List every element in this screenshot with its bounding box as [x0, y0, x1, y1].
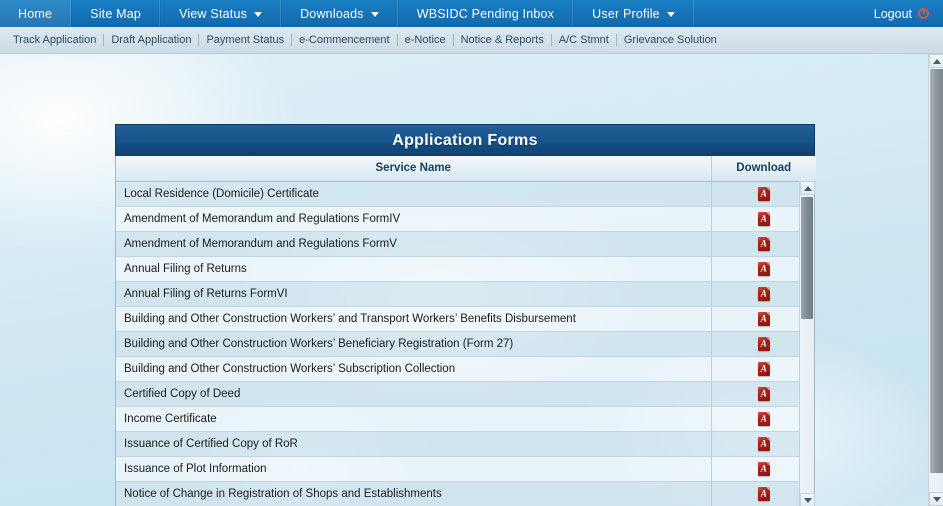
table-row: Issuance of Certified Copy of RoR [116, 431, 814, 457]
top-nav-spacer [694, 0, 864, 27]
chevron-down-icon [932, 496, 941, 502]
top-navigation-bar: Home Site Map View Status Downloads WBSIDC P… [0, 0, 943, 27]
sub-nav-item-grievance-solution[interactable]: Grievance Solution [617, 34, 724, 46]
top-nav-item-wbsidc-pending-inbox[interactable]: WBSIDC Pending Inbox [397, 0, 574, 27]
table-body: Local Residence (Domicile) CertificateAm… [116, 181, 814, 506]
pdf-download-icon[interactable] [757, 487, 770, 501]
sub-nav-item-track-application[interactable]: Track Application [6, 34, 105, 46]
logout-label: Logout [873, 6, 912, 21]
top-nav-item-label: User Profile [592, 6, 660, 21]
table-scroll-area[interactable]: Local Residence (Domicile) CertificateAm… [116, 181, 814, 506]
pdf-download-icon[interactable] [757, 412, 770, 426]
sub-navigation-bar: Track Application Draft Application Paymen… [0, 27, 943, 54]
table-header-row: Service Name Download [116, 156, 816, 182]
scrollbar-thumb[interactable] [801, 197, 813, 319]
chevron-down-icon [666, 12, 675, 17]
scroll-up-button[interactable] [800, 181, 815, 195]
application-forms-panel: Application Forms Service Name Download [115, 124, 816, 506]
top-nav-item-site-map[interactable]: Site Map [71, 0, 161, 27]
top-nav-item-user-profile[interactable]: User Profile [573, 0, 694, 27]
scroll-down-button[interactable] [800, 493, 815, 506]
cell-service-name: Issuance of Plot Information [116, 456, 712, 482]
pdf-download-icon[interactable] [757, 437, 770, 451]
application-forms-table-body: Local Residence (Domicile) CertificateAm… [116, 181, 814, 506]
pdf-download-icon[interactable] [757, 462, 770, 476]
top-nav-item-view-status[interactable]: View Status [160, 0, 282, 27]
pdf-download-icon[interactable] [757, 237, 770, 251]
pdf-download-icon[interactable] [757, 262, 770, 276]
column-header-download: Download [711, 156, 816, 182]
pdf-download-icon[interactable] [757, 362, 770, 376]
pdf-download-icon[interactable] [757, 387, 770, 401]
main-content-area: Application Forms Service Name Download [0, 54, 928, 506]
sub-nav-item-e-commencement[interactable]: e-Commencement [292, 34, 398, 46]
cell-service-name: Local Residence (Domicile) Certificate [116, 181, 712, 207]
sub-nav-item-draft-application[interactable]: Draft Application [104, 34, 200, 46]
table-row: Building and Other Construction Workers’… [116, 306, 814, 332]
table-row: Annual Filing of Returns [116, 256, 814, 282]
column-header-service-name: Service Name [116, 156, 712, 182]
sub-nav-item-e-notice[interactable]: e-Notice [398, 34, 454, 46]
power-icon [918, 8, 929, 19]
table-row: Amendment of Memorandum and Regulations … [116, 206, 814, 232]
table-row: Income Certificate [116, 406, 814, 432]
cell-service-name: Annual Filing of Returns [116, 256, 712, 282]
table-row: Issuance of Plot Information [116, 456, 814, 482]
sub-nav-item-a-c-stmnt[interactable]: A/C Stmnt [552, 34, 617, 46]
table-vertical-scrollbar[interactable] [799, 181, 815, 506]
cell-service-name: Annual Filing of Returns FormVI [116, 281, 712, 307]
top-nav-item-label: Site Map [90, 6, 142, 21]
top-nav-item-label: Home [18, 6, 53, 21]
cell-service-name: Building and Other Construction Workers’… [116, 331, 712, 357]
top-nav-item-home[interactable]: Home [0, 0, 72, 27]
chevron-down-icon [370, 12, 379, 17]
cell-service-name: Issuance of Certified Copy of RoR [116, 431, 712, 457]
cell-service-name: Certified Copy of Deed [116, 381, 712, 407]
cell-service-name: Income Certificate [116, 406, 712, 432]
pdf-download-icon[interactable] [757, 186, 770, 201]
cell-service-name: Amendment of Memorandum and Regulations … [116, 231, 712, 257]
cell-service-name: Building and Other Construction Workers’… [116, 306, 712, 332]
sub-nav-item-notice-reports[interactable]: Notice & Reports [454, 34, 552, 46]
table-row: Amendment of Memorandum and Regulations … [116, 231, 814, 257]
top-nav-item-label: Downloads [300, 6, 364, 21]
page-vertical-scrollbar[interactable] [928, 54, 943, 506]
chevron-up-icon [932, 58, 941, 64]
table-row: Building and Other Construction Workers’… [116, 331, 814, 357]
top-nav-item-downloads[interactable]: Downloads [281, 0, 398, 27]
pdf-download-icon[interactable] [757, 337, 770, 351]
table-row: Notice of Change in Registration of Shop… [116, 481, 814, 506]
forms-table-container: Service Name Download Local Residence (D… [115, 156, 816, 506]
top-nav-item-label: WBSIDC Pending Inbox [416, 6, 555, 21]
cell-service-name: Notice of Change in Registration of Shop… [116, 481, 712, 506]
top-nav-item-label: View Status [179, 6, 248, 21]
pdf-download-icon[interactable] [757, 312, 770, 326]
page-scrollbar-thumb[interactable] [930, 69, 943, 473]
table-row: Local Residence (Domicile) Certificate [116, 181, 814, 207]
table-header: Service Name Download [116, 156, 816, 182]
table-row: Annual Filing of Returns FormVI [116, 281, 814, 307]
cell-service-name: Building and Other Construction Workers’… [116, 356, 712, 382]
chevron-down-icon [803, 497, 812, 503]
pdf-download-icon[interactable] [757, 287, 770, 301]
page-scroll-up-button[interactable] [929, 54, 943, 68]
chevron-up-icon [803, 185, 812, 191]
page-title: Application Forms [115, 124, 815, 156]
cell-service-name: Amendment of Memorandum and Regulations … [116, 206, 712, 232]
pdf-download-icon[interactable] [757, 212, 770, 226]
application-forms-table: Service Name Download [116, 156, 816, 182]
table-row: Building and Other Construction Workers’… [116, 356, 814, 382]
logout-button[interactable]: Logout [864, 0, 943, 27]
chevron-down-icon [254, 12, 263, 17]
sub-nav-item-payment-status[interactable]: Payment Status [199, 34, 293, 46]
top-nav-item-list: Home Site Map View Status Downloads WBSIDC P… [0, 0, 694, 27]
table-row: Certified Copy of Deed [116, 381, 814, 407]
page-scroll-down-button[interactable] [929, 492, 943, 506]
